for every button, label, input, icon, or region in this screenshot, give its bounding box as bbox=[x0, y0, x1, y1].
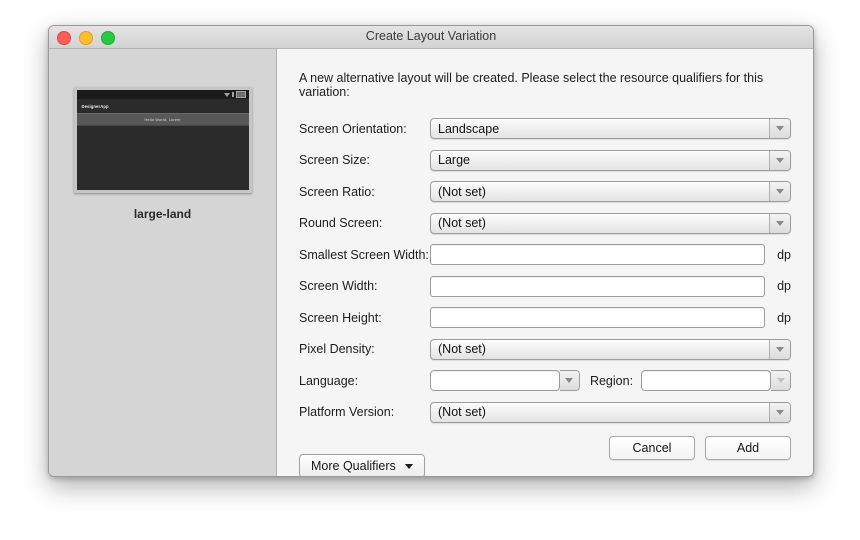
row-platform-version: Platform Version: (Not set) bbox=[299, 399, 791, 426]
round-screen-select[interactable]: (Not set) bbox=[430, 212, 791, 234]
screen-orientation-select[interactable]: Landscape bbox=[430, 118, 791, 139]
unit-dp: dp bbox=[777, 247, 791, 262]
unit-dp: dp bbox=[777, 279, 791, 293]
intro-text: A new alternative layout will be created… bbox=[299, 71, 764, 99]
battery-icon bbox=[235, 91, 246, 98]
cancel-button[interactable]: Cancel bbox=[609, 436, 695, 460]
round-screen-value: (Not set) bbox=[438, 216, 486, 230]
form-pane: A new alternative layout will be created… bbox=[277, 49, 813, 476]
chevron-down-icon bbox=[771, 370, 791, 391]
platform-version-value: (Not set) bbox=[438, 405, 486, 419]
chevron-down-icon[interactable] bbox=[769, 119, 790, 138]
screen-orientation-value: Landscape bbox=[438, 121, 500, 136]
window-titlebar: Create Layout Variation bbox=[49, 26, 813, 49]
chevron-down-icon[interactable] bbox=[769, 213, 790, 233]
row-screen-size: Screen Size: Large bbox=[299, 147, 791, 174]
dialog-footer: Cancel Add bbox=[609, 436, 791, 460]
more-qualifiers-button[interactable]: More Qualifiers bbox=[299, 454, 425, 476]
chevron-down-icon[interactable] bbox=[769, 182, 790, 201]
window-title: Create Layout Variation bbox=[365, 29, 497, 43]
platform-version-select[interactable]: (Not set) bbox=[430, 401, 791, 423]
label-screen-ratio: Screen Ratio: bbox=[299, 184, 375, 199]
more-qualifiers-label: More Qualifiers bbox=[311, 459, 396, 473]
smallest-screen-width-input[interactable] bbox=[430, 244, 765, 265]
screen-size-value: Large bbox=[438, 153, 470, 167]
language-select[interactable] bbox=[430, 370, 580, 391]
preview-pane: DesignerApp Hello World, Lorem large-lan… bbox=[49, 49, 277, 476]
row-round-screen: Round Screen: (Not set) bbox=[299, 210, 791, 237]
row-screen-ratio: Screen Ratio: (Not set) bbox=[299, 178, 791, 205]
label-region: Region: bbox=[589, 373, 634, 388]
language-input[interactable] bbox=[430, 370, 560, 391]
preview-caption: large-land bbox=[133, 207, 192, 221]
device-preview-thumbnail[interactable]: DesignerApp Hello World, Lorem bbox=[73, 87, 252, 193]
row-language-region: Language: Region: bbox=[299, 367, 791, 394]
device-strip-text: Hello World, Lorem bbox=[144, 117, 181, 122]
screen-height-input[interactable] bbox=[430, 307, 765, 328]
chevron-down-icon bbox=[404, 463, 413, 469]
screen-ratio-select[interactable]: (Not set) bbox=[430, 181, 791, 202]
signal-icon bbox=[231, 92, 234, 97]
label-language: Language: bbox=[299, 373, 359, 388]
create-layout-variation-dialog: Create Layout Variation DesignerApp Hell… bbox=[48, 25, 814, 477]
row-pixel-density: Pixel Density: (Not set) bbox=[299, 336, 791, 363]
label-platform-version: Platform Version: bbox=[299, 405, 395, 419]
chevron-down-icon[interactable] bbox=[769, 402, 790, 422]
chevron-down-icon[interactable] bbox=[559, 370, 580, 391]
row-screen-orientation: Screen Orientation: Landscape bbox=[299, 115, 791, 142]
chevron-down-icon[interactable] bbox=[769, 150, 790, 170]
device-app-bar: DesignerApp bbox=[76, 99, 249, 113]
label-screen-orientation: Screen Orientation: bbox=[299, 121, 407, 136]
wifi-icon bbox=[223, 92, 230, 97]
screen-width-input[interactable] bbox=[430, 275, 765, 297]
pixel-density-select[interactable]: (Not set) bbox=[430, 338, 791, 360]
row-smallest-screen-width: Smallest Screen Width: dp bbox=[299, 241, 791, 268]
chevron-down-icon[interactable] bbox=[769, 339, 790, 359]
row-screen-height: Screen Height: dp bbox=[299, 304, 791, 331]
screen-ratio-value: (Not set) bbox=[438, 184, 486, 199]
device-content-strip: Hello World, Lorem bbox=[76, 113, 249, 126]
label-screen-height: Screen Height: bbox=[299, 310, 382, 325]
screen-size-select[interactable]: Large bbox=[430, 149, 791, 171]
add-button[interactable]: Add bbox=[705, 436, 791, 460]
dialog-body: DesignerApp Hello World, Lorem large-lan… bbox=[49, 49, 813, 476]
device-app-name: DesignerApp bbox=[81, 103, 109, 109]
region-input[interactable] bbox=[641, 370, 771, 391]
label-screen-size: Screen Size: bbox=[299, 153, 370, 167]
region-select[interactable] bbox=[641, 370, 791, 391]
device-status-bar bbox=[76, 90, 249, 99]
label-screen-width: Screen Width: bbox=[299, 279, 378, 293]
row-screen-width: Screen Width: dp bbox=[299, 273, 791, 300]
label-round-screen: Round Screen: bbox=[299, 216, 383, 230]
pixel-density-value: (Not set) bbox=[438, 342, 486, 356]
label-pixel-density: Pixel Density: bbox=[299, 342, 375, 356]
unit-dp: dp bbox=[777, 310, 791, 325]
preview-wrapper: DesignerApp Hello World, Lorem large-lan… bbox=[73, 87, 252, 221]
label-smallest-screen-width: Smallest Screen Width: bbox=[299, 247, 429, 262]
